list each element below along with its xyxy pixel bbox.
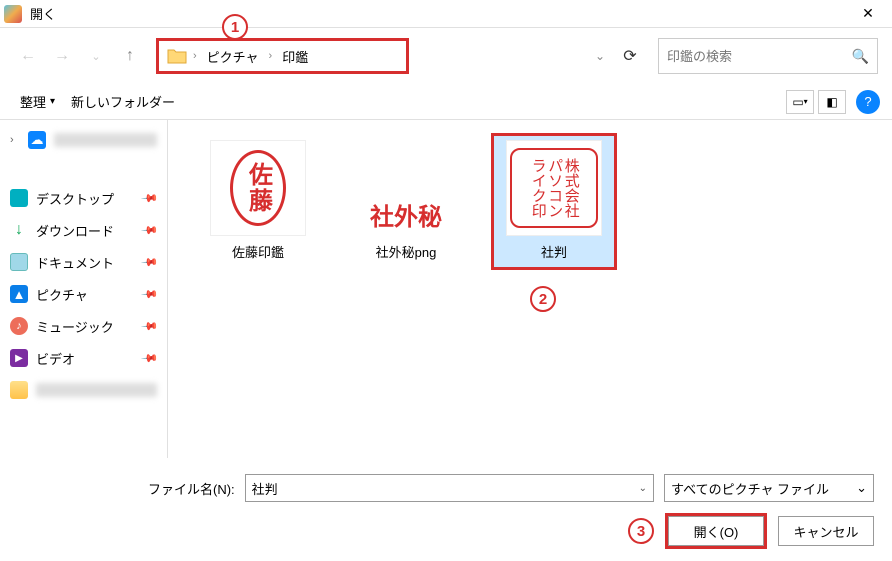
annotation-1: 1 [222, 14, 248, 40]
forward-button[interactable]: → [48, 42, 76, 70]
title-bar: 開く ✕ [0, 0, 892, 28]
button-row: 3 開く(O) キャンセル [18, 516, 874, 546]
sidebar-item-videos[interactable]: ▶ ビデオ 📌 [0, 342, 167, 374]
organize-button[interactable]: 整理 ▾ [12, 88, 63, 115]
recent-dropdown[interactable]: ⌄ [82, 42, 110, 70]
filename-value: 社判 [252, 479, 278, 498]
stamp-preview: 社外秘 [370, 197, 442, 232]
close-button[interactable]: ✕ [848, 0, 888, 28]
up-button[interactable]: ↑ [116, 42, 144, 70]
file-label: 社判 [541, 242, 567, 261]
new-folder-button[interactable]: 新しいフォルダー [63, 88, 183, 115]
breadcrumb-stamps[interactable]: 印鑑 [278, 45, 312, 68]
sidebar-item-desktop[interactable]: デスクトップ 📌 [0, 182, 167, 214]
desktop-icon [10, 189, 28, 207]
pin-icon: 📌 [141, 349, 160, 368]
window-title: 開く [30, 4, 848, 23]
file-item-selected[interactable]: 株式会社 パソコン ライク印 社判 [494, 136, 614, 267]
sidebar-item-label: ドキュメント [36, 253, 135, 272]
file-thumbnail: 株式会社 パソコン ライク印 [506, 140, 602, 236]
download-icon: ↓ [10, 221, 28, 239]
nav-row: ← → ⌄ ↑ › ピクチャ › 印鑑 ⌄ ⟳ 🔍 1 [0, 28, 892, 84]
filename-row: ファイル名(N): 社判 ⌄ すべてのピクチャ ファイル ⌄ [18, 474, 874, 502]
file-label: 社外秘png [376, 242, 437, 261]
search-box[interactable]: 🔍 [658, 38, 878, 74]
view-preview-button[interactable]: ◧ [818, 90, 846, 114]
pin-icon: 📌 [141, 317, 160, 336]
sidebar-item-folder[interactable] [0, 374, 167, 406]
chevron-right-icon: › [10, 134, 20, 146]
cancel-button[interactable]: キャンセル [778, 516, 874, 546]
video-icon: ▶ [10, 349, 28, 367]
annotation-2: 2 [530, 286, 556, 312]
filter-value: すべてのピクチャ ファイル [671, 479, 829, 498]
sidebar-item-label: ミュージック [36, 317, 135, 336]
cloud-icon: ☁ [28, 131, 46, 149]
sidebar-item-label [54, 133, 157, 147]
sidebar-item-downloads[interactable]: ↓ ダウンロード 📌 [0, 214, 167, 246]
search-input[interactable] [667, 49, 852, 64]
sidebar: › ☁ デスクトップ 📌 ↓ ダウンロード 📌 ドキュメント 📌 ▲ ピクチャ … [0, 120, 168, 458]
filename-input[interactable]: 社判 ⌄ [245, 474, 654, 502]
chevron-down-icon[interactable]: ⌄ [856, 480, 867, 496]
back-button[interactable]: ← [14, 42, 42, 70]
refresh-button[interactable]: ⟳ [614, 38, 646, 74]
music-icon: ♪ [10, 317, 28, 335]
stamp-preview: 株式会社 パソコン ライク印 [510, 148, 598, 228]
breadcrumb-pictures[interactable]: ピクチャ [203, 45, 263, 68]
chevron-down-icon[interactable]: ⌄ [639, 483, 647, 494]
file-pane[interactable]: 佐藤 佐藤印鑑 社外秘 社外秘png 株式会社 パソコン ライク印 社判 [168, 120, 892, 458]
document-icon [10, 253, 28, 271]
file-item[interactable]: 社外秘 社外秘png [346, 188, 466, 267]
chevron-right-icon: › [269, 50, 273, 62]
sidebar-item-pictures[interactable]: ▲ ピクチャ 📌 [0, 278, 167, 310]
sidebar-item-documents[interactable]: ドキュメント 📌 [0, 246, 167, 278]
folder-icon [167, 48, 187, 64]
stamp-preview: 佐藤 [230, 150, 286, 226]
chevron-right-icon: › [193, 50, 197, 62]
file-thumbnail: 社外秘 [358, 192, 454, 236]
file-item[interactable]: 佐藤 佐藤印鑑 [198, 136, 318, 267]
annotation-3: 3 [628, 518, 654, 544]
view-thumbnails-button[interactable]: ▭ ▾ [786, 90, 814, 114]
toolbar: 整理 ▾ 新しいフォルダー ▭ ▾ ◧ ? [0, 84, 892, 120]
folder-icon [10, 381, 28, 399]
file-label: 佐藤印鑑 [232, 242, 284, 261]
breadcrumb[interactable]: › ピクチャ › 印鑑 [156, 38, 409, 74]
filename-label: ファイル名(N): [148, 479, 235, 498]
pin-icon: 📌 [141, 189, 160, 208]
breadcrumb-dropdown[interactable]: ⌄ [586, 42, 614, 70]
sidebar-item-label [36, 383, 157, 397]
sidebar-item-music[interactable]: ♪ ミュージック 📌 [0, 310, 167, 342]
main-area: › ☁ デスクトップ 📌 ↓ ダウンロード 📌 ドキュメント 📌 ▲ ピクチャ … [0, 120, 892, 458]
file-thumbnail: 佐藤 [210, 140, 306, 236]
sidebar-item-label: デスクトップ [36, 189, 135, 208]
sidebar-item-cloud[interactable]: › ☁ [0, 124, 167, 156]
search-icon[interactable]: 🔍 [852, 48, 869, 65]
pictures-icon: ▲ [10, 285, 28, 303]
footer: ファイル名(N): 社判 ⌄ すべてのピクチャ ファイル ⌄ 3 開く(O) キ… [0, 458, 892, 560]
pin-icon: 📌 [141, 285, 160, 304]
open-button[interactable]: 開く(O) [668, 516, 764, 546]
sidebar-item-label: ピクチャ [36, 285, 135, 304]
file-type-filter[interactable]: すべてのピクチャ ファイル ⌄ [664, 474, 874, 502]
sidebar-item-label: ビデオ [36, 349, 135, 368]
pin-icon: 📌 [141, 221, 160, 240]
help-button[interactable]: ? [856, 90, 880, 114]
pin-icon: 📌 [141, 253, 160, 272]
chevron-down-icon: ▾ [50, 96, 55, 107]
sidebar-item-label: ダウンロード [36, 221, 135, 240]
app-icon [4, 5, 22, 23]
